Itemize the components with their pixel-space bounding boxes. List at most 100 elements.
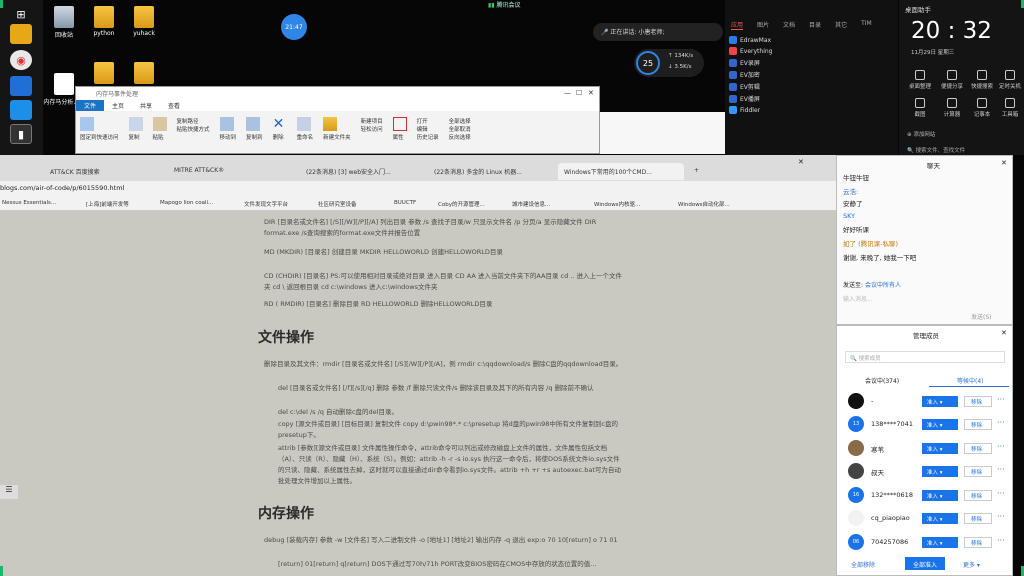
pin-quick-access-button[interactable]: 固定到快速访问: [80, 117, 119, 149]
more-icon[interactable]: ···: [997, 536, 1005, 545]
bookmark[interactable]: 文件发现文字平台: [244, 200, 288, 208]
bookmark[interactable]: [上海]前端开发等: [86, 200, 129, 208]
browser-close-button[interactable]: ✕: [798, 158, 804, 166]
paste-button[interactable]: 粘贴: [152, 117, 167, 149]
admit-button[interactable]: 准入 ▾: [922, 466, 958, 477]
desktop-icon-recycle-bin[interactable]: 回收站: [42, 6, 86, 39]
more-icon[interactable]: ···: [997, 489, 1005, 498]
browser-tab[interactable]: MITRE ATT&CK®: [168, 163, 298, 180]
meeting-timer-badge[interactable]: 21:47: [281, 14, 307, 40]
more-icon[interactable]: ···: [997, 418, 1005, 427]
bookmark[interactable]: Windows内核驱...: [594, 200, 640, 208]
launcher-tab-other[interactable]: 其它: [835, 20, 847, 30]
chat-close-icon[interactable]: ✕: [1001, 159, 1007, 167]
remove-all-button[interactable]: 全部移除: [851, 560, 875, 569]
admit-all-button[interactable]: 全部准入: [905, 557, 945, 570]
admit-button[interactable]: 准入 ▾: [922, 537, 958, 548]
properties-button[interactable]: 属性: [392, 117, 407, 149]
rename-button[interactable]: 重命名: [296, 117, 313, 149]
admit-button[interactable]: 准入 ▾: [922, 419, 958, 430]
select-group[interactable]: 全部选择 全部取消 反向选择: [449, 117, 471, 149]
browser-tab[interactable]: ATT&CK 百度搜索: [44, 163, 166, 180]
bookmark[interactable]: Windows自动化部...: [678, 200, 730, 208]
launcher-app[interactable]: Fiddler: [729, 106, 760, 114]
launcher-app[interactable]: Everything: [729, 47, 772, 55]
send-to-dropdown[interactable]: 会议中所有人: [865, 282, 901, 289]
browser-tab[interactable]: (22条消息) [3] web安全入门...: [300, 163, 426, 180]
open-group[interactable]: 打开 编辑 历史记录: [417, 117, 439, 149]
tool-screenshot[interactable]: 截图: [907, 98, 933, 118]
launcher-tab-tim[interactable]: TIM: [861, 20, 872, 30]
tool-share[interactable]: 便捷分享: [939, 70, 965, 90]
bookmark[interactable]: 社区研究室设备: [318, 200, 357, 208]
more-icon[interactable]: ···: [997, 442, 1005, 451]
admit-button[interactable]: 准入 ▾: [922, 396, 958, 407]
bookmark[interactable]: BUUCTF: [394, 200, 416, 206]
more-options-button[interactable]: 更多 ▾: [963, 560, 980, 569]
launcher-app[interactable]: EV播屏: [729, 94, 760, 103]
launcher-tab-dirs[interactable]: 目录: [809, 20, 821, 30]
delete-button[interactable]: ✕ 删除: [273, 117, 287, 149]
tab-view[interactable]: 查看: [160, 100, 188, 111]
close-button[interactable]: ✕: [588, 89, 594, 97]
terminal-icon[interactable]: ▮: [10, 124, 32, 144]
new-tab-button[interactable]: +: [688, 163, 702, 180]
minimize-button[interactable]: —: [564, 89, 571, 97]
remove-button[interactable]: 移除: [964, 490, 992, 501]
copy-to-button[interactable]: 复制到: [246, 117, 263, 149]
launcher-tab-images[interactable]: 图片: [757, 20, 769, 30]
remove-button[interactable]: 移除: [964, 396, 992, 407]
more-icon[interactable]: ···: [997, 512, 1005, 521]
desktop-icon-python[interactable]: python: [82, 6, 126, 37]
bookmark[interactable]: Nessus Essentials...: [2, 200, 56, 206]
copy-path-button[interactable]: 复制路径 粘贴快捷方式: [177, 117, 210, 149]
tab-share[interactable]: 共享: [132, 100, 160, 111]
member-search-input[interactable]: 🔍 搜索成员: [845, 351, 1005, 363]
widget-search-input[interactable]: 🔍 搜索文件、查找文件: [907, 146, 965, 154]
remove-button[interactable]: 移除: [964, 537, 992, 548]
tool-desk-organize[interactable]: 桌面整理: [907, 70, 933, 90]
tab-in-meeting[interactable]: 会议中(374): [865, 376, 899, 385]
desktop-icon-yuhack[interactable]: yuhack: [122, 6, 166, 37]
maximize-button[interactable]: ☐: [576, 89, 582, 97]
chrome-icon[interactable]: ◉: [10, 50, 32, 70]
bookmark[interactable]: 城市建设信息...: [512, 200, 550, 208]
tool-search[interactable]: 快捷搜索: [969, 70, 995, 90]
tool-shutdown[interactable]: 定时关机: [997, 70, 1023, 90]
remove-button[interactable]: 移除: [964, 513, 992, 524]
bookmark[interactable]: Coby的开源管理...: [438, 200, 485, 208]
more-icon[interactable]: ···: [997, 465, 1005, 474]
more-icon[interactable]: ···: [997, 395, 1005, 404]
new-folder-button[interactable]: 新建文件夹: [323, 117, 351, 149]
tab-waiting[interactable]: 等候中(4): [957, 376, 984, 385]
copy-button[interactable]: 复制: [128, 117, 143, 149]
browser-tab-active[interactable]: Windows下常用的100个CMD...: [558, 163, 684, 180]
admit-button[interactable]: 准入 ▾: [922, 443, 958, 454]
tool-toolbox[interactable]: 工具箱: [997, 98, 1023, 118]
launcher-app[interactable]: EdrawMax: [729, 36, 771, 44]
remove-button[interactable]: 移除: [964, 419, 992, 430]
tool-notepad[interactable]: 记事本: [969, 98, 995, 118]
pin-app-icon[interactable]: [10, 76, 32, 96]
launcher-tab-docs[interactable]: 文档: [783, 20, 795, 30]
add-website-link[interactable]: ⊕ 添加网站: [907, 130, 935, 138]
admit-button[interactable]: 准入 ▾: [922, 513, 958, 524]
new-item-button[interactable]: 新建项目 轻松访问: [361, 117, 383, 149]
remove-button[interactable]: 移除: [964, 466, 992, 477]
chat-input[interactable]: 输入消息...: [843, 294, 873, 303]
launcher-app[interactable]: EV加密: [729, 70, 760, 79]
launcher-app[interactable]: EV剪辑: [729, 82, 760, 91]
toc-toggle-icon[interactable]: ☰: [0, 485, 18, 499]
address-bar[interactable]: blogs.com/air-of-code/p/6015590.html: [0, 181, 836, 197]
launcher-app[interactable]: EV录屏: [729, 58, 760, 67]
remove-button[interactable]: 移除: [964, 443, 992, 454]
file-explorer-icon[interactable]: [10, 24, 32, 44]
tab-home[interactable]: 主页: [104, 100, 132, 111]
launcher-tab-apps[interactable]: 应用: [731, 20, 744, 30]
tool-calculator[interactable]: 计算器: [939, 98, 965, 118]
windows-start-icon[interactable]: ⊞: [10, 4, 32, 24]
meeting-app-icon[interactable]: [10, 100, 32, 120]
desktop-icon-folder-b[interactable]: [122, 62, 166, 86]
members-close-icon[interactable]: ✕: [1001, 329, 1007, 337]
admit-button[interactable]: 准入 ▾: [922, 490, 958, 501]
